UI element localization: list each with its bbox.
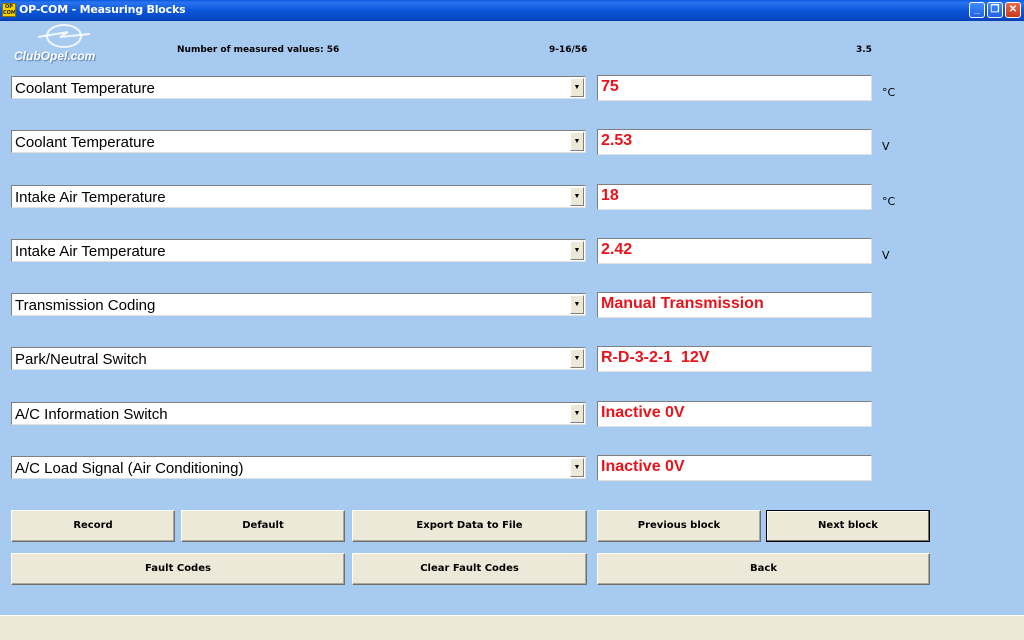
next-block-button[interactable]: Next block [766, 510, 930, 542]
title-bar: OP COM OP-COM - Measuring Blocks _ ❐ ✕ [0, 0, 1024, 21]
status-bar [0, 615, 1024, 640]
dropdown-arrow-icon[interactable]: ▼ [570, 349, 584, 368]
parameter-select-5[interactable]: Transmission Coding ▼ [11, 293, 586, 316]
value-field-4: 2.42 [597, 238, 872, 264]
dropdown-arrow-icon[interactable]: ▼ [570, 132, 584, 151]
fault-codes-button[interactable]: Fault Codes [11, 553, 345, 585]
value-field-2: 2.53 [597, 129, 872, 155]
parameter-label: A/C Load Signal (Air Conditioning) [15, 460, 244, 477]
parameter-select-8[interactable]: A/C Load Signal (Air Conditioning) ▼ [11, 456, 586, 479]
record-button[interactable]: Record [11, 510, 175, 542]
version-label: 3.5 [856, 45, 872, 55]
logo-text: ClubOpel.com [14, 49, 96, 63]
clubopel-logo: ClubOpel.com [14, 24, 114, 63]
clear-fault-codes-button[interactable]: Clear Fault Codes [352, 553, 587, 585]
parameter-value: Inactive 0V [601, 458, 685, 475]
parameter-value: 2.42 [601, 241, 633, 258]
value-field-1: 75 [597, 75, 872, 101]
restore-button[interactable]: ❐ [987, 2, 1003, 18]
parameter-label: Coolant Temperature [15, 134, 155, 151]
parameter-value: R-D-3-2-1 12V [601, 349, 710, 366]
parameter-label: Intake Air Temperature [15, 189, 166, 206]
default-button[interactable]: Default [181, 510, 345, 542]
dropdown-arrow-icon[interactable]: ▼ [570, 404, 584, 423]
minimize-button[interactable]: _ [969, 2, 985, 18]
parameter-value: 2.53 [601, 132, 633, 149]
parameter-value: 18 [601, 187, 619, 204]
window-title: OP-COM - Measuring Blocks [19, 3, 186, 16]
dropdown-arrow-icon[interactable]: ▼ [570, 241, 584, 260]
dropdown-arrow-icon[interactable]: ▼ [570, 187, 584, 206]
opel-blitz-icon [37, 24, 91, 48]
parameter-label: Transmission Coding [15, 297, 156, 314]
parameter-value: 75 [601, 78, 619, 95]
unit-label: V [882, 249, 890, 262]
block-range-label: 9-16/56 [549, 45, 588, 55]
parameter-label: A/C Information Switch [15, 406, 168, 423]
parameter-select-6[interactable]: Park/Neutral Switch ▼ [11, 347, 586, 370]
export-data-button[interactable]: Export Data to File [352, 510, 587, 542]
value-field-5: Manual Transmission [597, 292, 872, 318]
unit-label: °C [882, 86, 896, 99]
parameter-select-2[interactable]: Coolant Temperature ▼ [11, 130, 586, 153]
parameter-select-3[interactable]: Intake Air Temperature ▼ [11, 185, 586, 208]
back-button[interactable]: Back [597, 553, 930, 585]
parameter-value: Manual Transmission [601, 295, 764, 312]
close-button[interactable]: ✕ [1005, 2, 1021, 18]
parameter-label: Coolant Temperature [15, 80, 155, 97]
parameter-select-1[interactable]: Coolant Temperature ▼ [11, 76, 586, 99]
client-area: ClubOpel.com Number of measured values: … [0, 21, 1024, 615]
dropdown-arrow-icon[interactable]: ▼ [570, 78, 584, 97]
dropdown-arrow-icon[interactable]: ▼ [570, 458, 584, 477]
value-field-3: 18 [597, 184, 872, 210]
parameter-label: Park/Neutral Switch [15, 351, 147, 368]
dropdown-arrow-icon[interactable]: ▼ [570, 295, 584, 314]
measured-count-label: Number of measured values: 56 [177, 45, 340, 55]
opcom-app-icon: OP COM [2, 3, 16, 17]
unit-label: V [882, 140, 890, 153]
parameter-value: Inactive 0V [601, 404, 685, 421]
previous-block-button[interactable]: Previous block [597, 510, 761, 542]
parameter-label: Intake Air Temperature [15, 243, 166, 260]
value-field-8: Inactive 0V [597, 455, 872, 481]
parameter-select-7[interactable]: A/C Information Switch ▼ [11, 402, 586, 425]
unit-label: °C [882, 195, 896, 208]
parameter-select-4[interactable]: Intake Air Temperature ▼ [11, 239, 586, 262]
value-field-6: R-D-3-2-1 12V [597, 346, 872, 372]
value-field-7: Inactive 0V [597, 401, 872, 427]
